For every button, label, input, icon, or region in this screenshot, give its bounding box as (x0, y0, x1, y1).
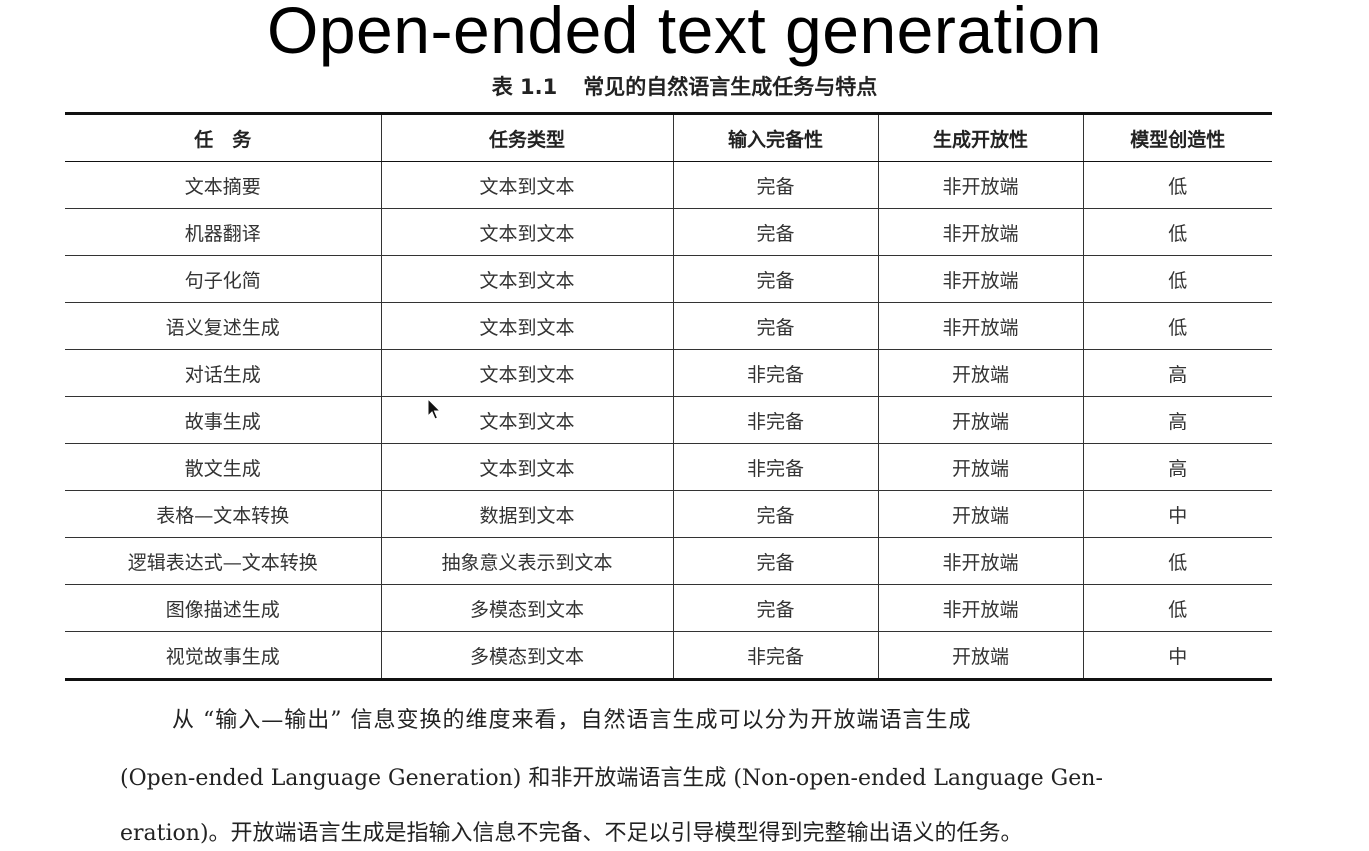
cell-generation-openness: 非开放端 (877, 302, 1083, 350)
cell-generation-openness: 非开放端 (877, 255, 1083, 303)
cell-task: 语义复述生成 (65, 302, 381, 350)
cell-model-creativity: 中 (1082, 490, 1272, 538)
column-header-task: 任 务 (65, 113, 381, 162)
cell-task: 文本摘要 (65, 161, 381, 209)
table-row: 句子化简 文本到文本 完备 非开放端低 (65, 255, 1272, 303)
cell-task-type: 文本到文本 (380, 255, 673, 303)
table-caption: 表 1.1 常见的自然语言生成任务与特点 (0, 72, 1369, 102)
cell-model-creativity: 高 (1082, 349, 1272, 397)
table-row: 图像描述生成 多模态到文本 完备 非开放端低 (65, 584, 1272, 632)
cell-task-type: 文本到文本 (380, 396, 673, 444)
cell-input-completeness: 完备 (672, 490, 878, 538)
cell-model-creativity: 高 (1082, 443, 1272, 491)
table-caption-number: 表 1.1 (491, 75, 558, 99)
cell-input-completeness: 非完备 (672, 396, 878, 444)
cell-generation-openness: 开放端 (877, 631, 1083, 680)
cell-generation-openness: 非开放端 (877, 537, 1083, 585)
cell-input-completeness: 完备 (672, 161, 878, 209)
cell-model-creativity: 低 (1082, 302, 1272, 350)
cell-task-type: 文本到文本 (380, 161, 673, 209)
cell-task: 句子化简 (65, 255, 381, 303)
cell-generation-openness: 开放端 (877, 490, 1083, 538)
cell-generation-openness: 非开放端 (877, 161, 1083, 209)
cell-input-completeness: 非完备 (672, 443, 878, 491)
cell-input-completeness: 完备 (672, 537, 878, 585)
cell-input-completeness: 完备 (672, 302, 878, 350)
cell-model-creativity: 低 (1082, 584, 1272, 632)
cell-task: 表格—文本转换 (65, 490, 381, 538)
cell-model-creativity: 低 (1082, 208, 1272, 256)
cell-task: 视觉故事生成 (165, 645, 280, 668)
cell-model-creativity: 高 (1082, 396, 1272, 444)
cell-task-type: 抽象意义表示到文本 (380, 537, 673, 585)
body-text-line-2: (Open-ended Language Generation) 和非开放端语言… (120, 766, 1103, 791)
cell-task-type: 多模态到文本 (380, 631, 673, 680)
table-body: 文本摘要 文本到文本 完备 非开放端低机器翻译 文本到文本 完备 非开放端低句子化简 文本到文… (65, 161, 1272, 680)
cell-input-completeness: 完备 (672, 255, 878, 303)
cell-task-type: 文本到文本 (380, 443, 673, 491)
table-header-row: 任 务 任务类型 输入完备性 生成开放性 模型创造性 (65, 113, 1272, 162)
body-text-line-3: eration)。开放端语言生成是指输入信息不完备、不足以引导模型得到完整输出语… (120, 821, 1023, 846)
cell-task: 图像描述生成 (65, 584, 381, 632)
cell-task: 故事生成 (65, 396, 381, 444)
table-caption-title: 常见的自然语言生成任务与特点 (583, 75, 878, 99)
table-row: 故事生成 文本到文本 非完备 开放端高 (65, 396, 1272, 444)
column-header-model-creativity: 模型创造性 (1082, 113, 1272, 162)
table-row: 散文生成 文本到文本 非完备 开放端高 (65, 443, 1272, 491)
cell-task: 对话生成 (65, 349, 381, 397)
mouse-pointer-icon (427, 398, 442, 420)
tasks-table: 任 务 任务类型 输入完备性 生成开放性 模型创造性 文本摘要 文本到文本 完备 非开… (65, 112, 1272, 681)
cell-generation-openness: 非开放端 (877, 208, 1083, 256)
table-row: 文本摘要 文本到文本 完备 非开放端低 (65, 161, 1272, 209)
table-row: 表格—文本转换 数据到文本 完备 开放端中 (65, 490, 1272, 538)
table-row: 逻辑表达式—文本转换 抽象意义表示到文本 完备 非开放端低 (65, 537, 1272, 585)
cell-generation-openness: 开放端 (877, 443, 1083, 491)
cell-generation-openness: 非开放端 (877, 584, 1083, 632)
cell-input-completeness: 非完备 (672, 631, 878, 680)
cell-model-creativity: 低 (1082, 161, 1272, 209)
cell-generation-openness: 开放端 (877, 349, 1083, 397)
cell-task: 机器翻译 (65, 208, 381, 256)
slide-title: Open-ended text generation (267, 0, 1102, 67)
cell-task-type: 文本到文本 (380, 302, 673, 350)
cell-task-type: 数据到文本 (380, 490, 673, 538)
cell-task: 逻辑表达式—文本转换 (65, 537, 381, 585)
column-header-task-type: 任务类型 (380, 113, 673, 162)
cell-task-type: 文本到文本 (380, 208, 673, 256)
cell-generation-openness: 开放端 (877, 396, 1083, 444)
body-text-line-1: 从 “输入—输出” 信息变换的维度来看，自然语言生成可以分为开放端语言生成 (172, 708, 972, 733)
cell-model-creativity: 低 (1082, 255, 1272, 303)
cell-model-creativity: 低 (1082, 537, 1272, 585)
cell-input-completeness: 完备 (672, 584, 878, 632)
cell-task-type: 文本到文本 (380, 349, 673, 397)
column-header-generation-openness: 生成开放性 (877, 113, 1083, 162)
table-row: 机器翻译 文本到文本 完备 非开放端低 (65, 208, 1272, 256)
cell-task: 散文生成 (65, 443, 381, 491)
table-row: 对话生成 文本到文本 非完备 开放端高 (65, 349, 1272, 397)
table-row: 语义复述生成 文本到文本 完备 非开放端低 (65, 302, 1272, 350)
table-row: 视觉故事生成 多模态到文本 非完备 开放端中 (65, 631, 1272, 680)
cell-input-completeness: 非完备 (672, 349, 878, 397)
column-header-input-completeness: 输入完备性 (672, 113, 878, 162)
cell-task-type: 多模态到文本 (380, 584, 673, 632)
cell-model-creativity: 中 (1082, 631, 1272, 680)
cell-input-completeness: 完备 (672, 208, 878, 256)
